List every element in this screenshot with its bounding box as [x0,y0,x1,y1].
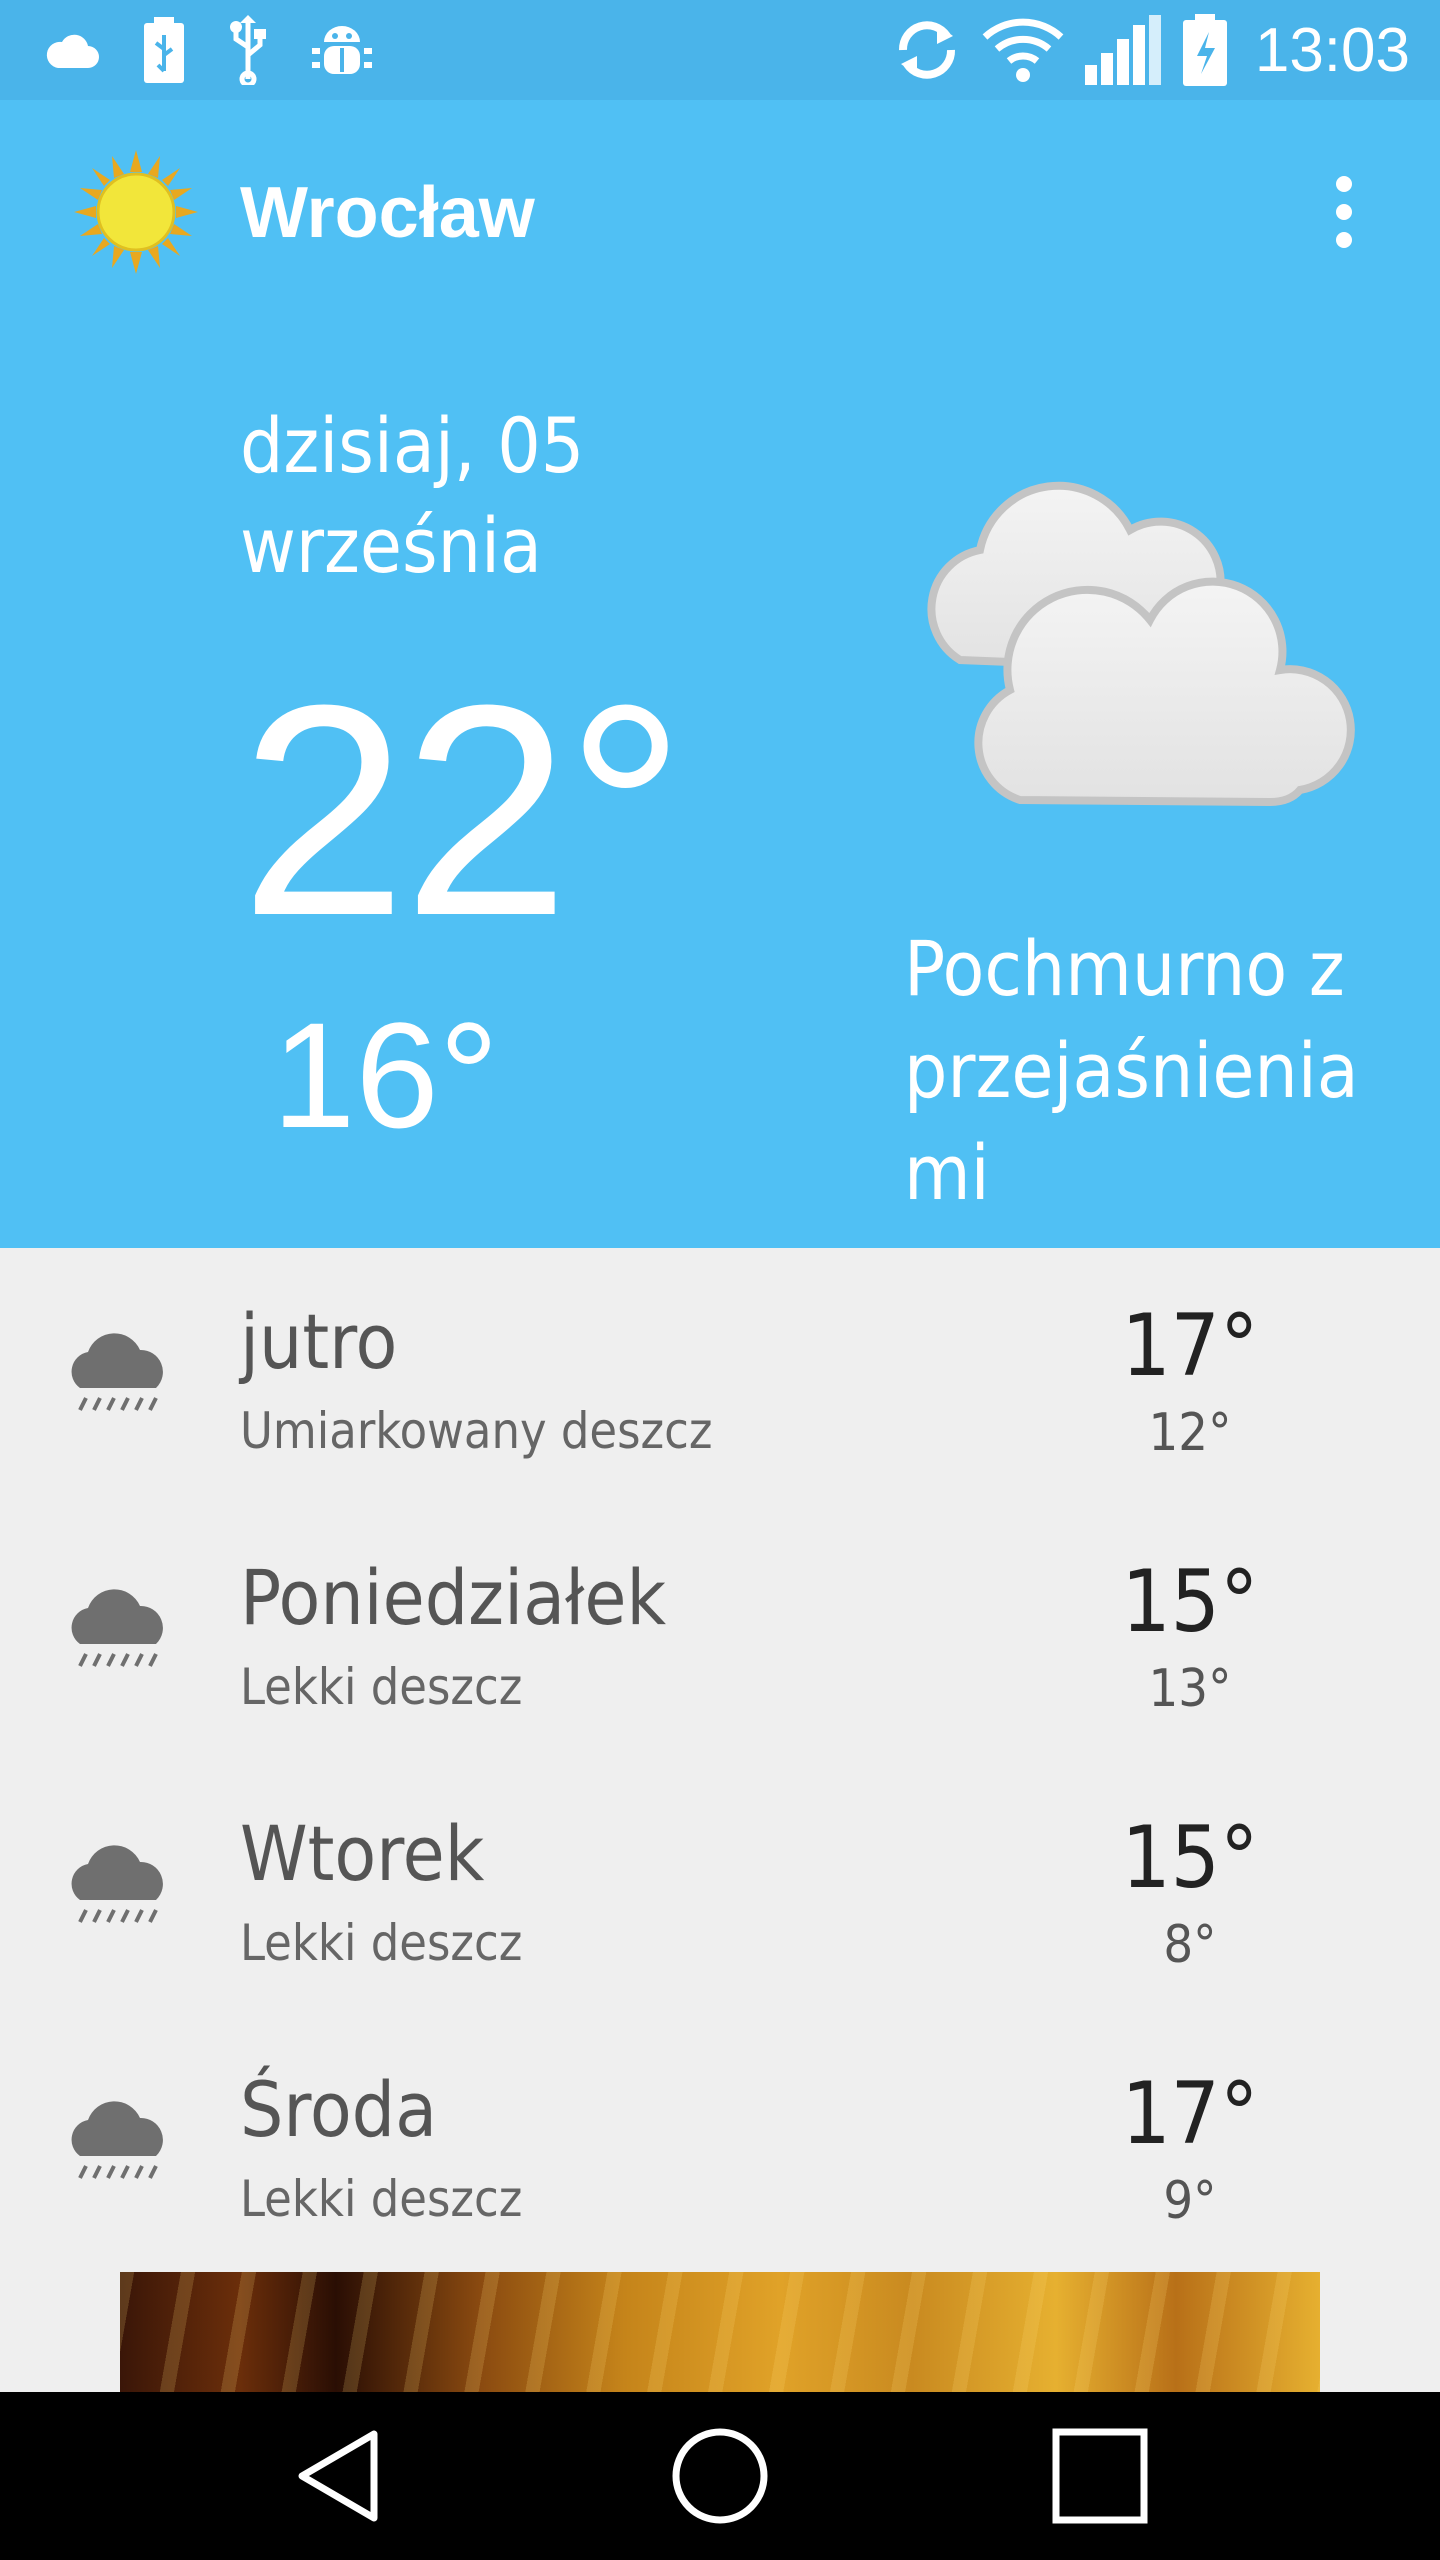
forecast-low: 9° [1163,2171,1217,2231]
recents-icon [1052,2428,1148,2524]
forecast-day: Środa [240,2065,437,2154]
forecast-high: 15° [1121,1552,1259,1652]
more-vert-icon[interactable] [1322,174,1366,250]
today-date: dzisiaj, 05 września [240,401,585,590]
forecast-high: 17° [1121,1296,1259,1396]
forecast-day: Wtorek [240,1809,485,1898]
signal-icon [1083,13,1163,87]
rain-icon [66,1840,170,1940]
forecast-condition: Lekki deszcz [240,1658,523,1716]
rain-icon [66,2096,170,2196]
status-bar-system: 13:03 [891,10,1410,90]
today-condition: Pochmurno z przejaśnieniami [904,924,1359,1217]
forecast-high: 15° [1121,1808,1259,1908]
forecast-low: 12° [1148,1403,1232,1463]
cloud-icon [44,30,100,70]
forecast-row[interactable]: jutro Umiarkowany deszcz 17° 12° [0,1248,1440,1504]
forecast-low: 13° [1148,1659,1232,1719]
sun-icon [72,148,200,276]
navigation-bar [0,2392,1440,2560]
status-bar: 13:03 [0,0,1440,100]
forecast-low: 8° [1163,1915,1217,1975]
forecast-condition: Lekki deszcz [240,1914,523,1972]
recents-button[interactable] [1000,2392,1200,2560]
forecast-row[interactable]: Poniedziałek Lekki deszcz 15° 13° [0,1504,1440,1760]
sync-icon [891,14,963,86]
status-bar-notifications [44,14,374,86]
today-low-temp: 16° [272,991,499,1159]
home-button[interactable] [620,2392,820,2560]
today-panel[interactable]: Wrocław dzisiaj, 05 września 22° 16° Poc… [0,100,1440,1248]
background-photo [120,2272,1320,2392]
back-button[interactable] [240,2392,440,2560]
battery-charging-icon [1181,12,1229,88]
usb-icon [228,15,268,85]
forecast-day: jutro [240,1297,398,1386]
today-high-temp: 22° [240,642,686,978]
wifi-icon [981,17,1065,83]
status-time: 13:03 [1254,15,1410,85]
forecast-list: jutro Umiarkowany deszcz 17° 12° Poniedz… [0,1248,1440,2272]
photo-texture [120,2272,1320,2392]
battery-usb-icon [142,15,186,85]
partly-cloudy-icon [920,440,1360,810]
back-icon [298,2430,378,2522]
forecast-row[interactable]: Środa Lekki deszcz 17° 9° [0,2016,1440,2272]
forecast-condition: Umiarkowany deszcz [240,1402,713,1460]
rain-icon [66,1584,170,1684]
android-debug-icon [310,22,374,78]
rain-icon [66,1328,170,1428]
forecast-day: Poniedziałek [240,1553,667,1642]
forecast-high: 17° [1121,2064,1259,2164]
forecast-condition: Lekki deszcz [240,2170,523,2228]
forecast-row[interactable]: Wtorek Lekki deszcz 15° 8° [0,1760,1440,2016]
city-name: Wrocław [240,173,535,253]
home-icon [672,2428,768,2524]
